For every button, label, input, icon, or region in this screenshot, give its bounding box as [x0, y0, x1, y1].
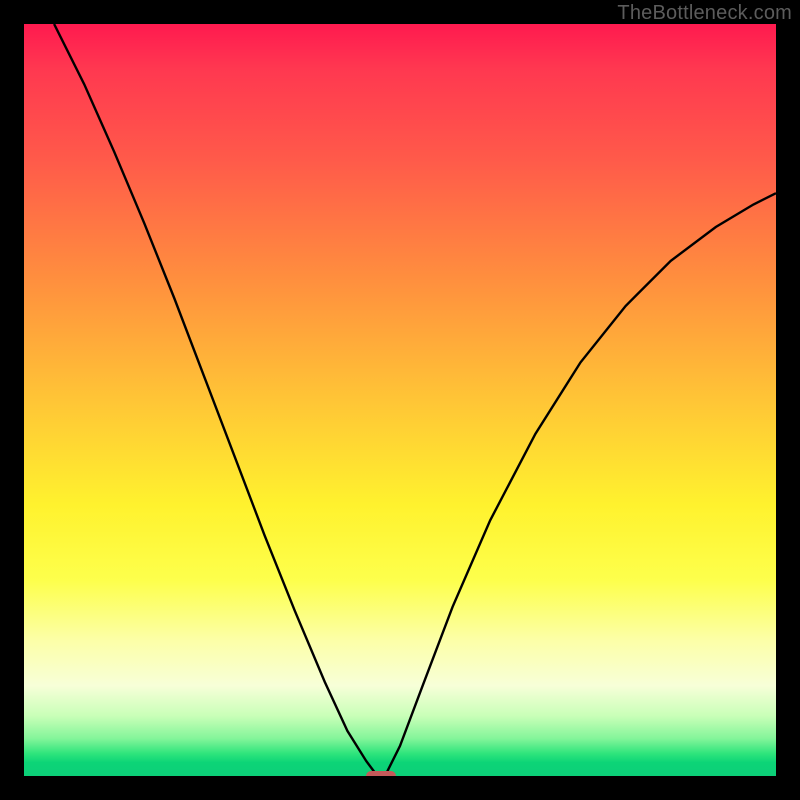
bottleneck-curve — [24, 24, 776, 776]
watermark-text: TheBottleneck.com — [617, 2, 792, 25]
optimum-marker — [366, 771, 396, 776]
curve-path — [54, 24, 776, 776]
outer-frame: TheBottleneck.com — [0, 0, 800, 800]
plot-area — [24, 24, 776, 776]
